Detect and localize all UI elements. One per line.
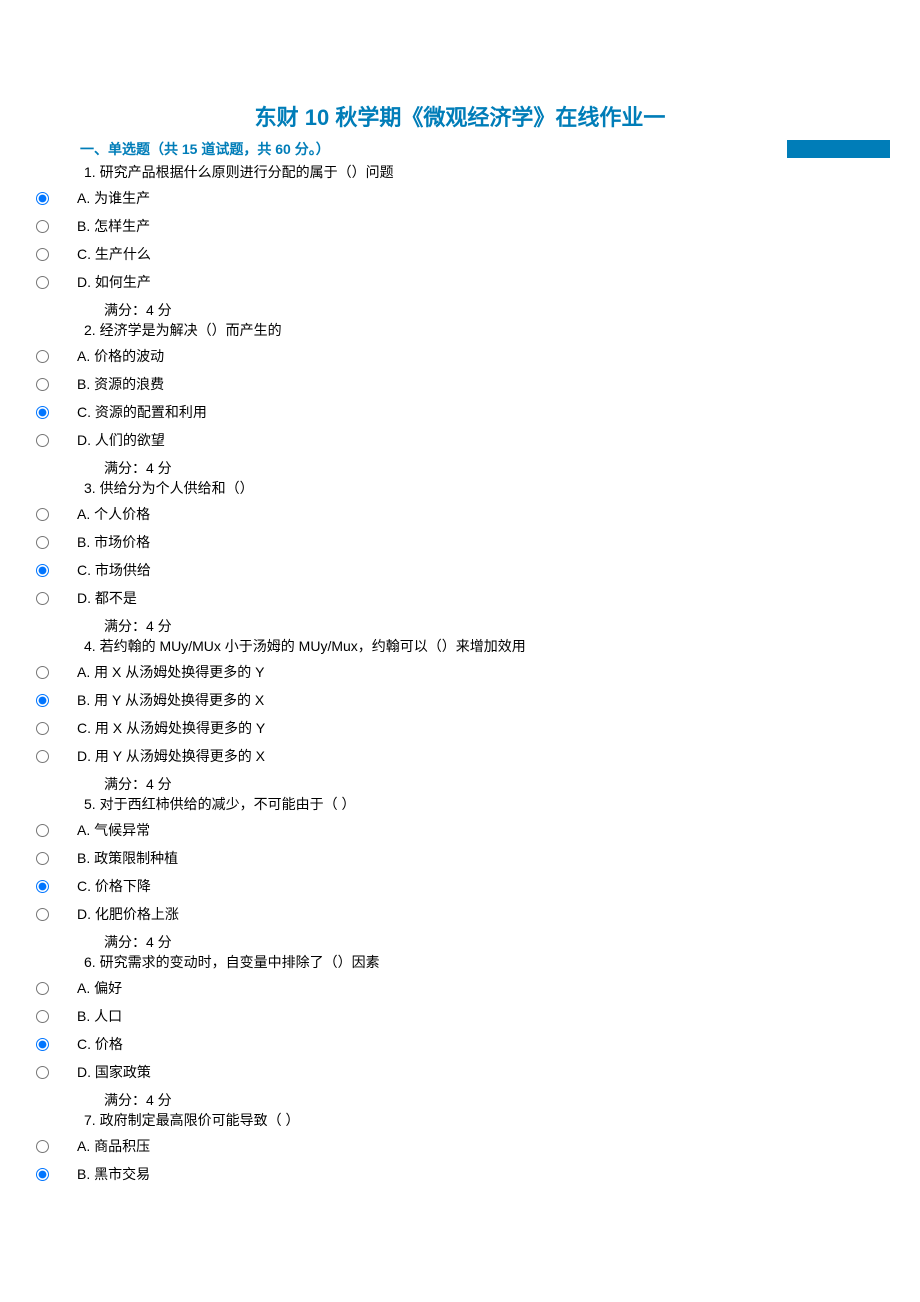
questions-container: 1. 研究产品根据什么原则进行分配的属于（）问题 A. 为谁生产 B. 怎样生产 C.… [30, 162, 890, 1184]
option-text: C. 价格 [77, 1034, 123, 1054]
option-text: D. 人们的欲望 [77, 430, 165, 450]
option-row: C. 生产什么 [30, 244, 890, 264]
option-row: D. 都不是 [30, 588, 890, 608]
option-radio[interactable] [36, 982, 49, 995]
option-row: B. 政策限制种植 [30, 848, 890, 868]
option-row: D. 用 Y 从汤姆处换得更多的 X [30, 746, 890, 766]
question-text: 3. 供给分为个人供给和（） [30, 478, 890, 498]
option-row: B. 黑市交易 [30, 1164, 890, 1184]
option-radio[interactable] [36, 378, 49, 391]
score-line: 满分：4 分 [30, 1090, 890, 1110]
option-row: B. 市场价格 [30, 532, 890, 552]
option-radio[interactable] [36, 350, 49, 363]
option-text: B. 怎样生产 [77, 216, 150, 236]
option-row: C. 用 X 从汤姆处换得更多的 Y [30, 718, 890, 738]
option-row: B. 资源的浪费 [30, 374, 890, 394]
option-row: A. 商品积压 [30, 1136, 890, 1156]
option-text: A. 偏好 [77, 978, 122, 998]
option-row: A. 偏好 [30, 978, 890, 998]
option-row: C. 资源的配置和利用 [30, 402, 890, 422]
option-radio[interactable] [36, 276, 49, 289]
option-text: B. 政策限制种植 [77, 848, 178, 868]
option-text: A. 气候异常 [77, 820, 150, 840]
option-row: A. 气候异常 [30, 820, 890, 840]
option-radio[interactable] [36, 1066, 49, 1079]
option-row: D. 化肥价格上涨 [30, 904, 890, 924]
option-text: B. 人口 [77, 1006, 122, 1026]
option-radio[interactable] [36, 434, 49, 447]
option-row: B. 人口 [30, 1006, 890, 1026]
option-radio[interactable] [36, 248, 49, 261]
option-row: C. 市场供给 [30, 560, 890, 580]
option-radio[interactable] [36, 1010, 49, 1023]
option-radio[interactable] [36, 750, 49, 763]
option-radio[interactable] [36, 564, 49, 577]
option-radio[interactable] [36, 192, 49, 205]
option-radio[interactable] [36, 1168, 49, 1181]
option-radio[interactable] [36, 536, 49, 549]
option-radio[interactable] [36, 1140, 49, 1153]
option-radio[interactable] [36, 1038, 49, 1051]
section-header: 一、单选题（共 15 道试题，共 60 分。） [30, 140, 890, 158]
option-text: B. 黑市交易 [77, 1164, 150, 1184]
option-text: B. 市场价格 [77, 532, 150, 552]
option-row: D. 国家政策 [30, 1062, 890, 1082]
score-line: 满分：4 分 [30, 616, 890, 636]
option-text: B. 资源的浪费 [77, 374, 164, 394]
option-row: A. 为谁生产 [30, 188, 890, 208]
option-text: A. 商品积压 [77, 1136, 150, 1156]
option-row: A. 用 X 从汤姆处换得更多的 Y [30, 662, 890, 682]
option-row: A. 价格的波动 [30, 346, 890, 366]
option-text: D. 如何生产 [77, 272, 151, 292]
option-text: A. 用 X 从汤姆处换得更多的 Y [77, 662, 264, 682]
score-line: 满分：4 分 [30, 458, 890, 478]
score-line: 满分：4 分 [30, 932, 890, 952]
option-radio[interactable] [36, 592, 49, 605]
option-radio[interactable] [36, 508, 49, 521]
score-line: 满分：4 分 [30, 300, 890, 320]
question-text: 7. 政府制定最高限价可能导致（ ） [30, 1110, 890, 1130]
page-title: 东财 10 秋学期《微观经济学》在线作业一 [30, 100, 890, 132]
option-radio[interactable] [36, 722, 49, 735]
option-text: C. 资源的配置和利用 [77, 402, 207, 422]
option-text: B. 用 Y 从汤姆处换得更多的 X [77, 690, 264, 710]
option-text: A. 为谁生产 [77, 188, 150, 208]
option-radio[interactable] [36, 666, 49, 679]
question-text: 4. 若约翰的 MUy/MUx 小于汤姆的 MUy/Mux，约翰可以（）来增加效… [30, 636, 890, 656]
option-radio[interactable] [36, 694, 49, 707]
option-radio[interactable] [36, 406, 49, 419]
option-row: C. 价格 [30, 1034, 890, 1054]
question-text: 5. 对于西红柿供给的减少，不可能由于（ ） [30, 794, 890, 814]
option-row: B. 怎样生产 [30, 216, 890, 236]
option-radio[interactable] [36, 220, 49, 233]
option-text: A. 个人价格 [77, 504, 150, 524]
option-row: A. 个人价格 [30, 504, 890, 524]
option-text: C. 用 X 从汤姆处换得更多的 Y [77, 718, 265, 738]
question-text: 1. 研究产品根据什么原则进行分配的属于（）问题 [30, 162, 890, 182]
option-text: C. 生产什么 [77, 244, 151, 264]
option-row: D. 如何生产 [30, 272, 890, 292]
option-row: D. 人们的欲望 [30, 430, 890, 450]
option-text: C. 市场供给 [77, 560, 151, 580]
option-text: D. 用 Y 从汤姆处换得更多的 X [77, 746, 265, 766]
option-text: D. 都不是 [77, 588, 137, 608]
option-text: C. 价格下降 [77, 876, 151, 896]
score-line: 满分：4 分 [30, 774, 890, 794]
option-text: D. 国家政策 [77, 1062, 151, 1082]
option-text: D. 化肥价格上涨 [77, 904, 179, 924]
option-radio[interactable] [36, 852, 49, 865]
option-text: A. 价格的波动 [77, 346, 164, 366]
option-radio[interactable] [36, 880, 49, 893]
question-text: 6. 研究需求的变动时，自变量中排除了（）因素 [30, 952, 890, 972]
option-radio[interactable] [36, 824, 49, 837]
option-row: C. 价格下降 [30, 876, 890, 896]
question-text: 2. 经济学是为解决（）而产生的 [30, 320, 890, 340]
option-radio[interactable] [36, 908, 49, 921]
option-row: B. 用 Y 从汤姆处换得更多的 X [30, 690, 890, 710]
